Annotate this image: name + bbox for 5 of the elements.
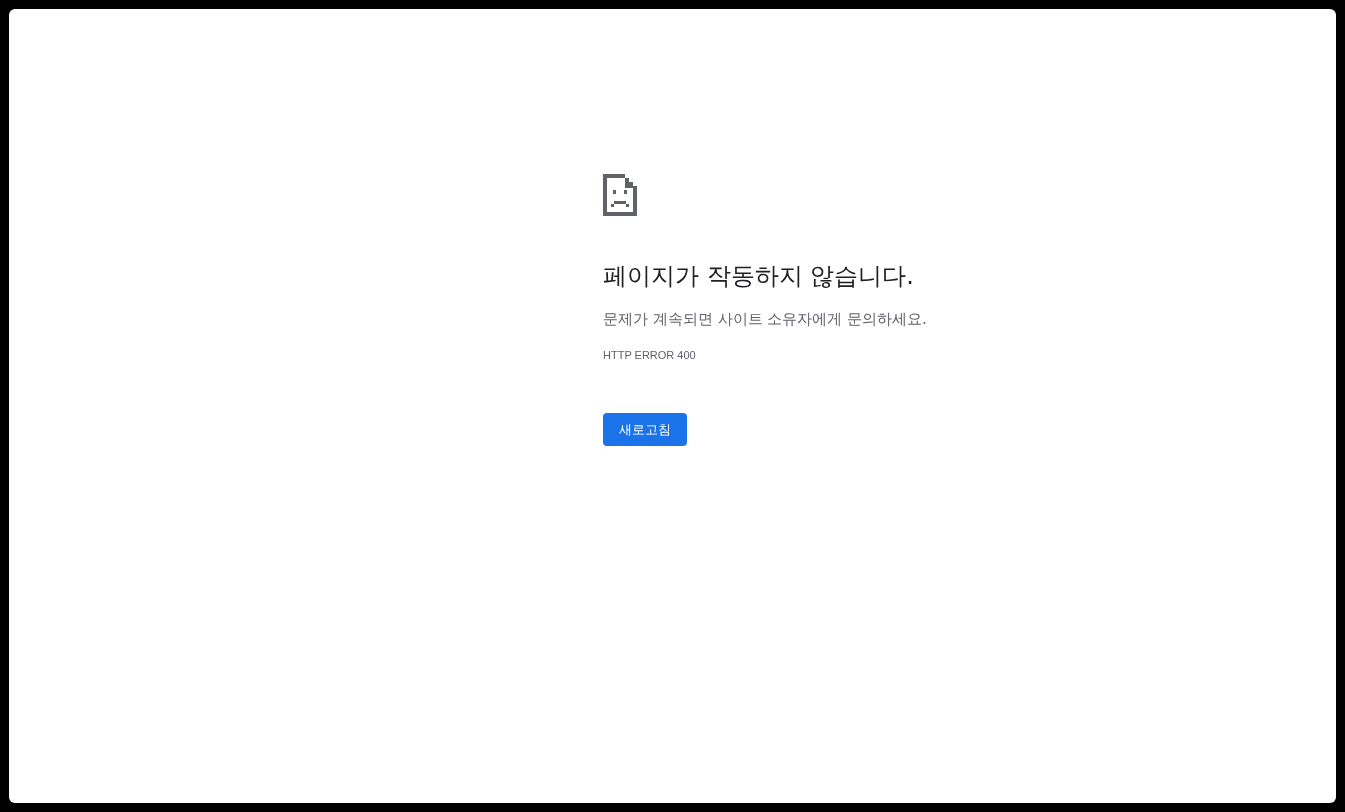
error-heading: 페이지가 작동하지 않습니다. xyxy=(603,261,914,292)
sad-document-icon xyxy=(603,174,637,216)
reload-button[interactable]: 새로고침 xyxy=(603,413,687,446)
error-message: 문제가 계속되면 사이트 소유자에게 문의하세요. xyxy=(603,310,927,329)
error-code: HTTP ERROR 400 xyxy=(603,349,696,361)
